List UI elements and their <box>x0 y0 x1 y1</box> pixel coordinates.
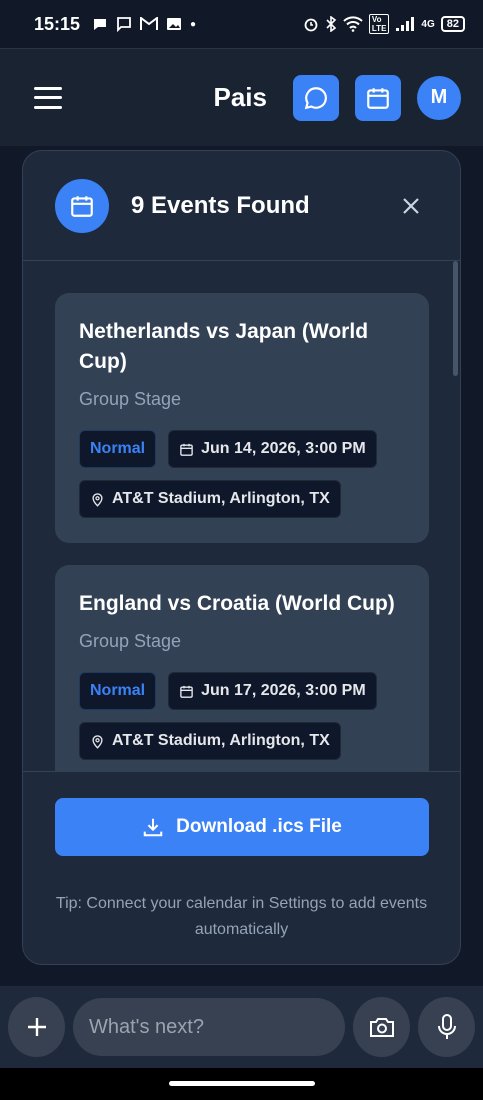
alarm-icon <box>304 18 318 32</box>
signal-icon <box>396 17 415 31</box>
app-header: Pais M <box>0 48 483 146</box>
gmail-icon <box>140 17 159 30</box>
system-nav-bar <box>0 1068 483 1100</box>
app-title: Pais <box>213 82 268 112</box>
close-button[interactable] <box>398 193 424 219</box>
message-input[interactable] <box>73 998 345 1056</box>
calendar-button[interactable] <box>355 74 401 121</box>
calendar-icon <box>180 685 193 698</box>
bluetooth-icon <box>326 16 337 32</box>
location-pin-icon <box>92 492 103 507</box>
event-location: AT&T Stadium, Arlington, TX <box>79 480 341 518</box>
location-pin-icon <box>92 734 103 749</box>
events-list[interactable]: Netherlands vs Japan (World Cup) Group S… <box>23 261 460 771</box>
composer-bar <box>0 986 483 1068</box>
message-icon <box>117 17 131 32</box>
event-datetime-text: Jun 17, 2026, 3:00 PM <box>201 682 366 699</box>
menu-icon[interactable] <box>34 86 62 109</box>
event-title: Netherlands vs Japan (World Cup) <box>79 320 369 373</box>
event-location-text: AT&T Stadium, Arlington, TX <box>112 490 330 507</box>
events-modal: 9 Events Found Netherlands vs Japan (Wor… <box>22 150 461 965</box>
event-card[interactable]: England vs Croatia (World Cup) Group Sta… <box>55 565 429 771</box>
status-bar: 15:15 ● Vo LTE 4G 82 <box>0 0 483 48</box>
volte-icon: Vo LTE <box>368 14 390 34</box>
camera-button[interactable] <box>353 997 410 1057</box>
event-location: AT&T Stadium, Arlington, TX <box>79 722 341 760</box>
event-card[interactable]: Netherlands vs Japan (World Cup) Group S… <box>55 293 429 543</box>
home-indicator[interactable] <box>169 1081 315 1086</box>
event-datetime: Jun 17, 2026, 3:00 PM <box>168 672 377 710</box>
priority-badge: Normal <box>79 672 157 710</box>
network-type: 4G <box>421 18 435 30</box>
modal-footer: Download .ics File <box>23 771 460 883</box>
event-stage: Group Stage <box>79 631 182 651</box>
microphone-icon <box>437 1014 456 1039</box>
chat-bubble-icon <box>94 19 107 30</box>
modal-header: 9 Events Found <box>23 151 460 261</box>
download-icon <box>143 818 163 837</box>
download-label: Download .ics File <box>176 816 342 837</box>
event-location-text: AT&T Stadium, Arlington, TX <box>112 732 330 749</box>
calendar-badge <box>55 178 109 233</box>
priority-badge: Normal <box>79 430 157 468</box>
event-datetime: Jun 14, 2026, 3:00 PM <box>168 430 377 468</box>
add-button[interactable] <box>8 997 65 1057</box>
event-title: England vs Croatia (World Cup) <box>79 592 395 615</box>
battery-icon: 82 <box>440 16 465 32</box>
calendar-icon <box>367 87 389 109</box>
avatar[interactable]: M <box>417 75 461 120</box>
microphone-button[interactable] <box>418 997 475 1057</box>
calendar-icon <box>71 195 93 217</box>
notification-icons: ● <box>92 16 196 32</box>
status-time: 15:15 <box>34 13 81 34</box>
event-datetime-text: Jun 14, 2026, 3:00 PM <box>201 440 366 457</box>
system-icons: Vo LTE 4G 82 <box>303 14 465 34</box>
chat-icon <box>304 86 327 109</box>
wifi-icon <box>343 16 363 32</box>
modal-title: 9 Events Found <box>131 191 310 219</box>
tip-text: Tip: Connect your calendar in Settings t… <box>55 895 428 938</box>
plus-icon <box>27 1018 46 1036</box>
chat-button[interactable] <box>293 74 339 121</box>
more-dot-icon: ● <box>190 18 197 30</box>
scrollbar[interactable] <box>453 261 458 376</box>
close-icon <box>403 197 419 214</box>
download-ics-button[interactable]: Download .ics File <box>55 798 429 856</box>
calendar-icon <box>180 443 193 456</box>
image-icon <box>167 18 182 30</box>
event-stage: Group Stage <box>79 389 182 409</box>
camera-icon <box>369 1018 394 1037</box>
